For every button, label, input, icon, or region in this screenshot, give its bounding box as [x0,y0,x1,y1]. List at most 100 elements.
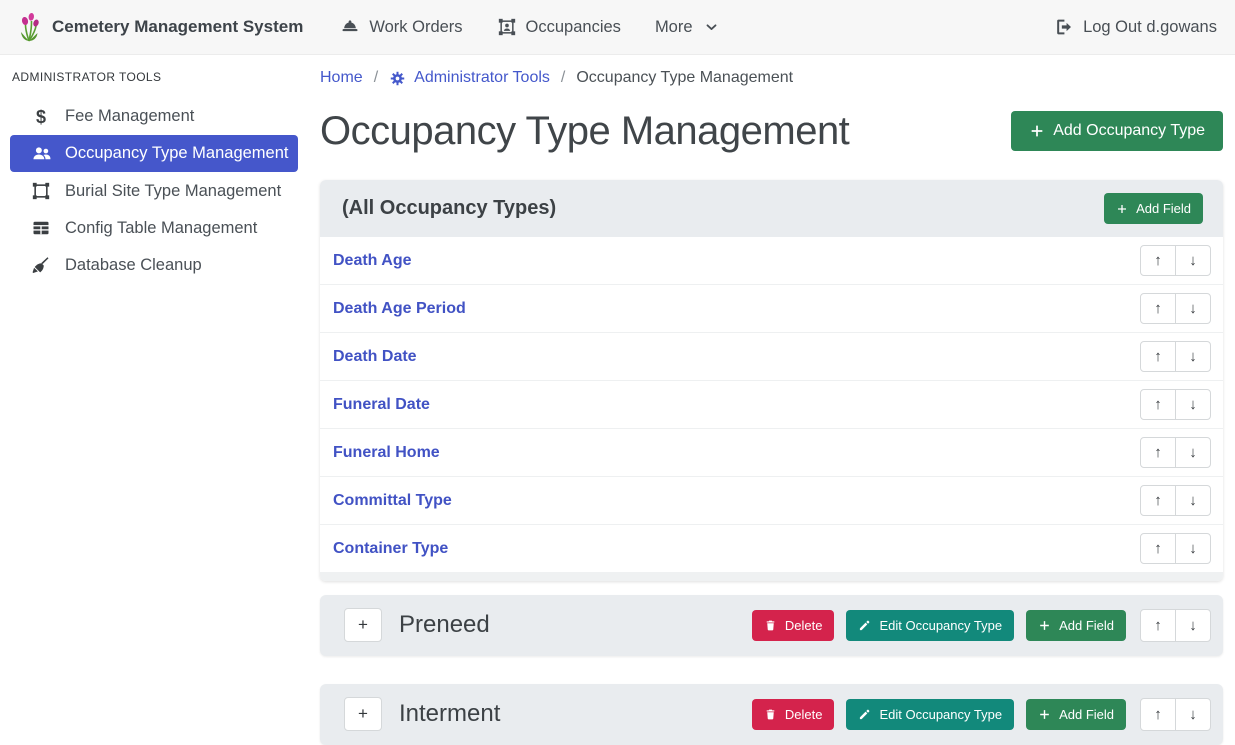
pencil-icon [858,619,871,632]
occupancy-type-name: Interment [399,700,500,728]
field-link-container-type[interactable]: Container Type [333,540,448,558]
field-row: Death Age Period ↑ ↓ [320,284,1223,332]
move-up-button[interactable]: ↑ [1140,245,1176,276]
sidebar-item-occupancy-type-management[interactable]: Occupancy Type Management [10,135,298,172]
hard-hat-icon [340,17,360,37]
edit-occupancy-type-button[interactable]: Edit Occupancy Type [846,699,1014,730]
reorder-controls: ↑ ↓ [1140,437,1211,468]
pencil-icon [858,708,871,721]
nav-more[interactable]: More [638,18,736,37]
nav-more-label: More [655,18,693,37]
move-down-button[interactable]: ↓ [1175,341,1211,372]
expand-button[interactable]: + [344,608,382,642]
field-link-funeral-home[interactable]: Funeral Home [333,444,440,462]
edit-occupancy-type-label: Edit Occupancy Type [879,707,1002,722]
sidebar-item-burial-site-type-management[interactable]: Burial Site Type Management [10,173,298,209]
field-link-committal-type[interactable]: Committal Type [333,492,452,510]
delete-button[interactable]: Delete [752,610,835,641]
trash-icon [764,619,777,632]
sidebar-item-label: Config Table Management [65,219,257,238]
field-link-death-date[interactable]: Death Date [333,348,417,366]
sidebar-item-database-cleanup[interactable]: Database Cleanup [10,247,298,283]
add-field-label: Add Field [1059,707,1114,722]
expand-button[interactable]: + [344,697,382,731]
reorder-controls: ↑ ↓ [1140,341,1211,372]
reorder-controls: ↑ ↓ [1140,245,1211,276]
plus-icon [1038,708,1051,721]
sidebar-item-label: Occupancy Type Management [65,144,289,163]
move-up-button[interactable]: ↑ [1140,389,1176,420]
panel-add-field-label: Add Field [1136,201,1191,216]
move-up-button[interactable]: ↑ [1140,609,1176,642]
move-up-button[interactable]: ↑ [1140,533,1176,564]
add-field-button[interactable]: Add Field [1026,699,1126,730]
panel-header: (All Occupancy Types) Add Field [320,180,1223,237]
plus-icon [1029,123,1045,139]
sidebar-item-label: Fee Management [65,107,194,126]
reorder-controls: ↑ ↓ [1140,698,1211,731]
plus-icon [1038,619,1051,632]
occupancy-type-name: Preneed [399,611,490,639]
brand-title: Cemetery Management System [52,17,303,37]
field-link-death-age[interactable]: Death Age [333,252,412,270]
nav-work-orders-label: Work Orders [369,18,462,37]
gear-icon [389,70,406,87]
vector-square-icon [30,181,52,201]
occupancy-type-actions: Delete Edit Occupancy Type Add Field ↑ [752,698,1211,731]
field-row: Container Type ↑ ↓ [320,524,1223,572]
reorder-controls: ↑ ↓ [1140,609,1211,642]
breadcrumb-separator: / [374,69,378,87]
sidebar-item-fee-management[interactable]: $ Fee Management [10,99,298,134]
plus-icon [1116,203,1128,215]
move-down-button[interactable]: ↓ [1175,609,1211,642]
all-occupancy-types-panel: (All Occupancy Types) Add Field Death Ag… [320,180,1223,581]
logout-icon [1054,17,1074,37]
move-up-button[interactable]: ↑ [1140,341,1176,372]
field-link-funeral-date[interactable]: Funeral Date [333,396,430,414]
brand[interactable]: Cemetery Management System [16,12,303,42]
delete-label: Delete [785,618,823,633]
move-down-button[interactable]: ↓ [1175,533,1211,564]
logout-button[interactable]: Log Out d.gowans [1037,17,1219,37]
move-up-button[interactable]: ↑ [1140,293,1176,324]
move-down-button[interactable]: ↓ [1175,389,1211,420]
panel-title: (All Occupancy Types) [342,197,556,220]
reorder-controls: ↑ ↓ [1140,293,1211,324]
sidebar-item-config-table-management[interactable]: Config Table Management [10,210,298,246]
move-up-button[interactable]: ↑ [1140,698,1176,731]
occupancy-type-section-preneed: + Preneed Delete Edit [320,595,1223,656]
sidebar-section-title: ADMINISTRATOR TOOLS [0,64,310,98]
nav-work-orders[interactable]: Work Orders [323,17,479,37]
move-down-button[interactable]: ↓ [1175,437,1211,468]
edit-occupancy-type-button[interactable]: Edit Occupancy Type [846,610,1014,641]
move-up-button[interactable]: ↑ [1140,437,1176,468]
dollar-icon: $ [30,108,52,126]
add-field-button[interactable]: Add Field [1026,610,1126,641]
chevron-down-icon [704,20,719,35]
field-row: Death Age ↑ ↓ [320,237,1223,284]
add-field-label: Add Field [1059,618,1114,633]
add-occupancy-type-button[interactable]: Add Occupancy Type [1011,111,1223,151]
trash-icon [764,708,777,721]
occupancy-type-actions: Delete Edit Occupancy Type Add Field ↑ [752,609,1211,642]
delete-button[interactable]: Delete [752,699,835,730]
breadcrumb-home-link[interactable]: Home [320,69,363,87]
breadcrumb-admin-tools-link[interactable]: Administrator Tools [414,69,550,87]
field-row: Funeral Date ↑ ↓ [320,380,1223,428]
move-down-button[interactable]: ↓ [1175,485,1211,516]
occupancy-type-section-interment: + Interment Delete Edi [320,684,1223,745]
move-up-button[interactable]: ↑ [1140,485,1176,516]
move-down-button[interactable]: ↓ [1175,293,1211,324]
field-link-death-age-period[interactable]: Death Age Period [333,300,466,318]
move-down-button[interactable]: ↓ [1175,698,1211,731]
users-icon [30,143,52,164]
portrait-frame-icon [497,17,517,37]
field-row: Funeral Home ↑ ↓ [320,428,1223,476]
panel-add-field-button[interactable]: Add Field [1104,193,1203,224]
move-down-button[interactable]: ↓ [1175,245,1211,276]
nav-occupancies[interactable]: Occupancies [480,17,638,37]
nav-occupancies-label: Occupancies [526,18,621,37]
reorder-controls: ↑ ↓ [1140,533,1211,564]
sidebar-item-label: Database Cleanup [65,256,202,275]
breadcrumb: Home / Administrator Tools / Occupancy T… [320,63,1223,87]
